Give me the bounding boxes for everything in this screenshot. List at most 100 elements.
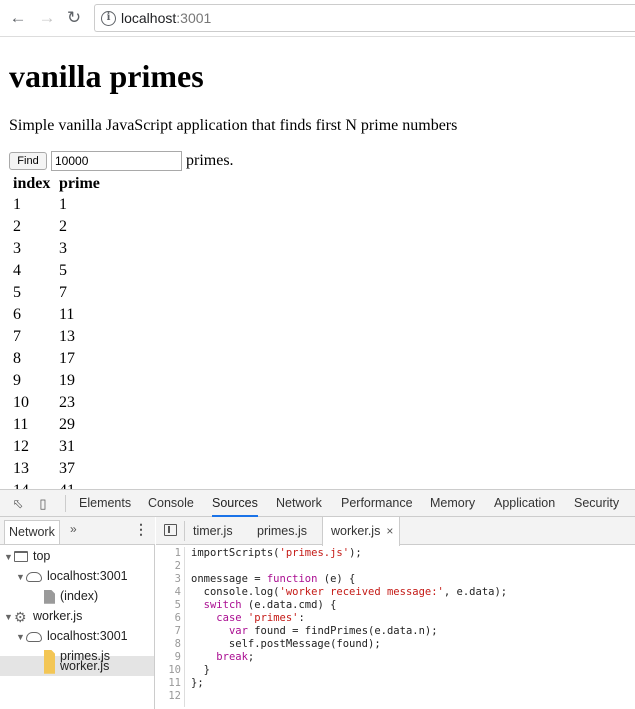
code-line[interactable]: self.postMessage(found);: [191, 638, 507, 651]
expand-triangle-icon[interactable]: ▼: [16, 627, 26, 647]
primes-table: index prime 1 1 2 2 3 3 4 5 5 7 6 11 7 13 8 17 9 19 10 23 11…: [11, 173, 102, 490]
n-input[interactable]: 10000: [51, 151, 182, 171]
prime-cell: 31: [59, 438, 75, 455]
editor-tab-primes-js[interactable]: primes.js: [257, 517, 307, 545]
inspect-element-icon[interactable]: ⬁: [10, 496, 26, 512]
forward-icon[interactable]: →: [37, 8, 57, 28]
line-number[interactable]: 7: [156, 625, 184, 638]
code-line[interactable]: importScripts('primes.js');: [191, 547, 507, 560]
page-content: vanilla primes Simple vanilla JavaScript…: [0, 37, 635, 489]
tab-network[interactable]: Network: [276, 490, 322, 517]
table-row: 6 11: [11, 304, 102, 326]
editor-tabbar: timer.js primes.js worker.js ×: [156, 517, 635, 546]
prime-cell: 17: [59, 350, 75, 367]
code-line[interactable]: switch (e.data.cmd) {: [191, 599, 507, 612]
index-cell: 14: [11, 480, 57, 489]
prime-cell: 11: [59, 306, 75, 323]
address-bar[interactable]: i localhost:3001: [94, 4, 635, 32]
tree-item-worker[interactable]: ▼⚙ worker.js: [4, 606, 82, 626]
index-cell: 8: [13, 350, 21, 367]
line-number[interactable]: 4: [156, 586, 184, 599]
tab-sources[interactable]: Sources: [212, 490, 258, 517]
code-line[interactable]: console.log('worker received message:', …: [191, 586, 507, 599]
tab-security[interactable]: Security: [574, 490, 619, 517]
expand-triangle-icon[interactable]: ▼: [16, 567, 26, 587]
document-icon: [44, 589, 55, 604]
tree-item-worker-js[interactable]: worker.js: [44, 656, 109, 676]
line-number-gutter: 1 2 3 4 5 6 7 8 9 10 11 12: [156, 547, 185, 707]
line-number[interactable]: 1: [156, 547, 184, 560]
primes-label: primes.: [186, 152, 234, 169]
more-options-icon[interactable]: ⋮: [134, 521, 148, 538]
url-text[interactable]: localhost:3001: [121, 10, 211, 26]
line-number[interactable]: 2: [156, 560, 184, 573]
code-line[interactable]: break;: [191, 651, 507, 664]
more-tabs-icon[interactable]: »: [70, 522, 77, 536]
line-number[interactable]: 11: [156, 677, 184, 690]
code-line[interactable]: };: [191, 677, 507, 690]
prime-cell: 23: [59, 394, 75, 411]
tree-item-top[interactable]: ▼ top: [4, 546, 50, 566]
line-number[interactable]: 12: [156, 690, 184, 703]
line-number[interactable]: 10: [156, 664, 184, 677]
code-line[interactable]: }: [191, 664, 507, 677]
code-line[interactable]: ​: [191, 560, 507, 573]
device-toolbar-icon[interactable]: ▯: [35, 496, 51, 512]
expand-triangle-icon[interactable]: ▼: [4, 607, 14, 627]
tree-item-localhost[interactable]: ▼ localhost:3001: [16, 566, 128, 586]
code-line[interactable]: ​: [191, 690, 507, 703]
table-row: 11: [11, 194, 102, 216]
line-number[interactable]: 8: [156, 638, 184, 651]
line-number[interactable]: 3: [156, 573, 184, 586]
sources-navigator: Network » ⋮ ▼ top ▼ localhost:3001 (index)…: [0, 517, 155, 709]
frame-icon: [14, 551, 28, 563]
reload-icon[interactable]: ↻: [64, 8, 84, 28]
table-row: 33: [11, 238, 102, 260]
tab-application[interactable]: Application: [494, 490, 555, 517]
tree-item-index[interactable]: (index): [44, 586, 98, 606]
close-icon[interactable]: ×: [386, 524, 393, 538]
tab-elements[interactable]: Elements: [79, 490, 131, 517]
editor-tab-worker-js[interactable]: worker.js ×: [322, 517, 401, 546]
prime-cell: 2: [59, 218, 67, 235]
tree-item-worker-localhost[interactable]: ▼ localhost:3001: [16, 626, 128, 646]
code-lines[interactable]: importScripts('primes.js');​onmessage = …: [191, 547, 507, 703]
line-number[interactable]: 5: [156, 599, 184, 612]
table-row: 8 17: [11, 348, 102, 370]
prime-cell: 13: [59, 328, 75, 345]
expand-triangle-icon[interactable]: ▼: [4, 547, 14, 567]
column-header-index: index: [13, 174, 51, 192]
table-row: 57: [11, 282, 102, 304]
find-button[interactable]: Find: [9, 152, 47, 170]
table-row: 45: [11, 260, 102, 282]
code-line[interactable]: onmessage = function (e) {: [191, 573, 507, 586]
navigator-header: Network » ⋮: [0, 517, 155, 545]
editor-tab-timer-js[interactable]: timer.js: [193, 517, 233, 545]
divider: [184, 521, 185, 541]
gear-icon: ⚙: [14, 608, 27, 625]
index-cell: 4: [13, 262, 21, 279]
table-row: 9 19: [11, 370, 102, 392]
cloud-icon: [26, 631, 42, 642]
tab-memory[interactable]: Memory: [430, 490, 475, 517]
prime-cell: 1: [59, 196, 67, 213]
index-cell: 2: [13, 218, 21, 235]
code-line[interactable]: var found = findPrimes(e.data.n);: [191, 625, 507, 638]
prime-cell: 37: [59, 460, 75, 477]
toggle-navigator-icon[interactable]: [164, 524, 177, 536]
line-number[interactable]: 6: [156, 612, 184, 625]
code-line[interactable]: case 'primes':: [191, 612, 507, 625]
tab-performance[interactable]: Performance: [341, 490, 413, 517]
table-row: 12 31: [11, 436, 102, 458]
line-number[interactable]: 9: [156, 651, 184, 664]
page-description: Simple vanilla JavaScript application th…: [9, 117, 458, 134]
back-icon[interactable]: ←: [8, 8, 28, 28]
code-editor: timer.js primes.js worker.js × 1234567891…: [156, 517, 635, 709]
tab-console[interactable]: Console: [148, 490, 194, 517]
info-icon[interactable]: i: [101, 11, 116, 26]
prime-cell: 29: [59, 416, 75, 433]
index-cell: 11: [13, 416, 29, 433]
navigator-tab-network[interactable]: Network: [4, 520, 60, 544]
table-row: 22: [11, 216, 102, 238]
index-cell: 12: [13, 438, 29, 455]
